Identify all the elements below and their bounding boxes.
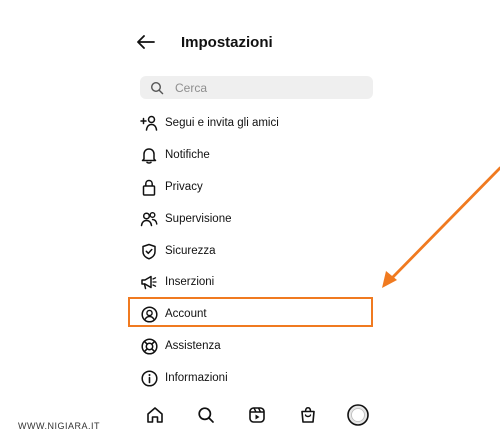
- megaphone-icon: [140, 273, 158, 291]
- menu-item-label: Privacy: [165, 181, 203, 193]
- lifebuoy-icon: [140, 337, 158, 355]
- account-highlight-box: [128, 297, 373, 327]
- profile-avatar[interactable]: [347, 404, 369, 426]
- menu-item-inserzioni[interactable]: Inserzioni: [140, 271, 370, 293]
- shop-icon[interactable]: [298, 405, 318, 425]
- arrow-left-icon[interactable]: [137, 30, 161, 54]
- bell-icon: [140, 146, 158, 164]
- shield-icon: [140, 242, 158, 260]
- info-icon: [140, 369, 158, 387]
- watermark: WWW.NIGIARA.IT: [18, 421, 100, 431]
- search-bar[interactable]: [140, 76, 373, 99]
- lock-icon: [140, 178, 158, 196]
- menu-item-supervisione[interactable]: Supervisione: [140, 208, 370, 230]
- menu-item-label: Notifiche: [165, 149, 210, 161]
- menu-item-segui-invita[interactable]: Segui e invita gli amici: [140, 112, 370, 134]
- reels-icon[interactable]: [247, 405, 267, 425]
- menu-item-label: Segui e invita gli amici: [165, 117, 279, 129]
- menu-item-label: Informazioni: [165, 372, 228, 384]
- menu-item-assistenza[interactable]: Assistenza: [140, 335, 370, 357]
- search-icon[interactable]: [196, 405, 216, 425]
- page-title: Impostazioni: [181, 33, 273, 51]
- home-icon[interactable]: [145, 405, 165, 425]
- menu-item-notifiche[interactable]: Notifiche: [140, 144, 370, 166]
- menu-item-informazioni[interactable]: Informazioni: [140, 367, 370, 389]
- add-person-icon: [140, 114, 158, 132]
- search-input[interactable]: [173, 79, 357, 96]
- header: Impostazioni: [137, 28, 273, 56]
- menu-item-sicurezza[interactable]: Sicurezza: [140, 240, 370, 262]
- menu-item-label: Sicurezza: [165, 245, 216, 257]
- menu-item-label: Assistenza: [165, 340, 221, 352]
- menu-item-label: Inserzioni: [165, 276, 215, 288]
- menu-item-label: Supervisione: [165, 213, 232, 225]
- search-icon: [150, 81, 164, 95]
- people-icon: [140, 210, 158, 228]
- menu-item-privacy[interactable]: Privacy: [140, 176, 370, 198]
